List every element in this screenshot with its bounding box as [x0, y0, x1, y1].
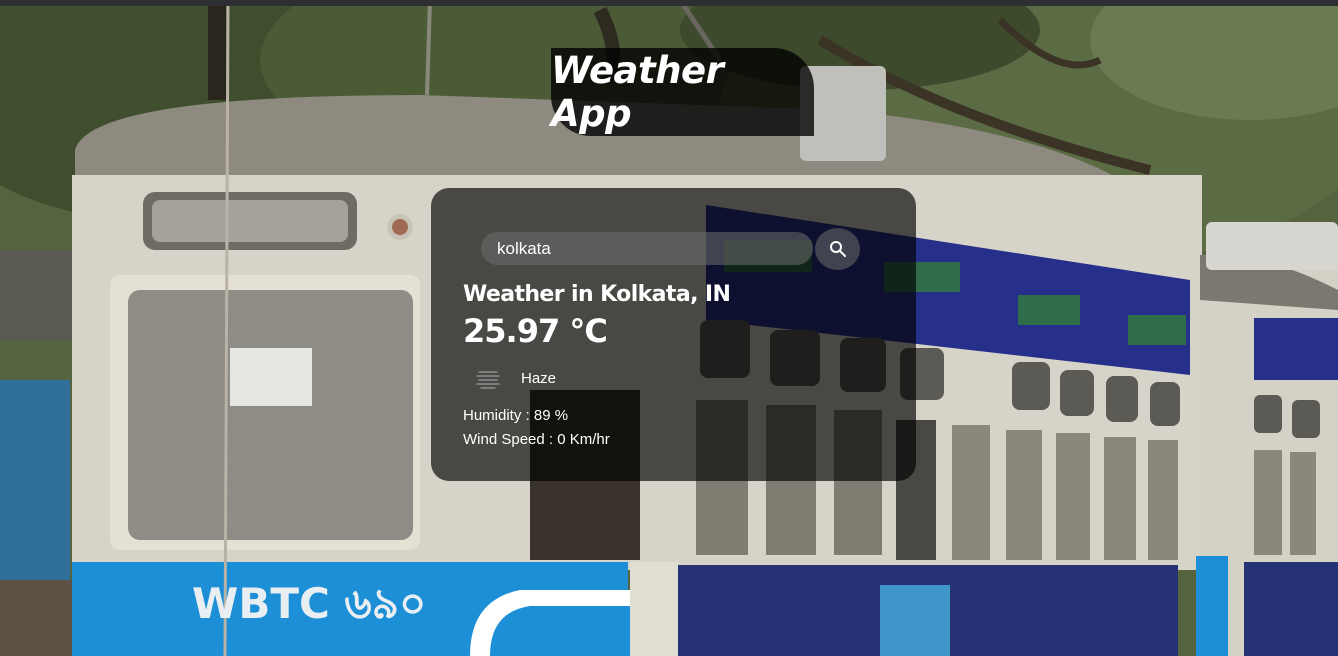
haze-icon — [476, 371, 500, 389]
temperature-value: 25.97 °C — [463, 312, 608, 350]
app-title-banner: Weather App — [551, 48, 814, 136]
search-button[interactable] — [815, 228, 860, 270]
svg-text:WBTC ৬৯০: WBTC ৬৯০ — [192, 579, 426, 628]
window-top-strip — [0, 0, 1338, 6]
wind-speed-text: Wind Speed : 0 Km/hr — [463, 431, 610, 448]
app-title: Weather App — [551, 49, 724, 135]
condition-label: Haze — [521, 370, 557, 387]
humidity-text: Humidity : 89 % — [463, 407, 569, 424]
location-heading: Weather in Kolkata, IN — [463, 282, 731, 307]
weather-card: Weather in Kolkata, IN 25.97 °C Haze Hum… — [431, 188, 916, 481]
search-input[interactable] — [481, 232, 813, 265]
search-icon — [829, 241, 846, 257]
